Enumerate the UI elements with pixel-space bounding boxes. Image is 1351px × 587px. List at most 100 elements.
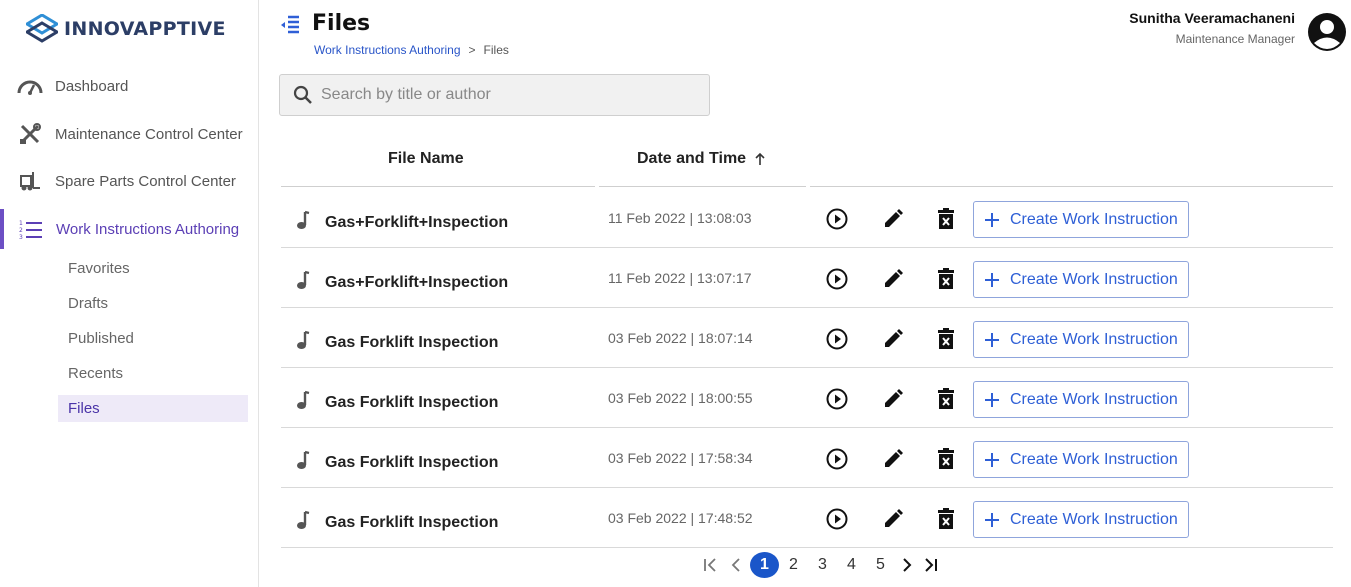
page-number-4[interactable]: 4 [837, 552, 866, 578]
file-name[interactable]: Gas Forklift Inspection [325, 514, 498, 532]
page-number-1[interactable]: 1 [750, 552, 779, 578]
pencil-icon [885, 209, 903, 227]
pencil-icon [885, 269, 903, 287]
play-button[interactable] [825, 267, 849, 291]
pencil-icon [885, 509, 903, 527]
column-header-label: File Name [388, 150, 464, 167]
svg-text:3: 3 [19, 234, 23, 239]
plus-icon [985, 512, 999, 527]
play-button[interactable] [825, 447, 849, 471]
edit-button[interactable] [881, 267, 905, 291]
delete-button[interactable] [934, 447, 958, 471]
file-date-time: 03 Feb 2022 | 18:07:14 [608, 330, 753, 346]
page-number-5[interactable]: 5 [866, 552, 895, 578]
play-circle-icon [826, 508, 848, 530]
create-work-instruction-button[interactable]: Create Work Instruction [973, 261, 1189, 298]
sidebar: INNOVAPPTIVE Dashboard Maintenance Contr… [0, 0, 259, 587]
page-number-2[interactable]: 2 [779, 552, 808, 578]
edit-button[interactable] [881, 207, 905, 231]
user-name: Sunitha Veeramachaneni [1129, 10, 1295, 26]
create-work-instruction-button[interactable]: Create Work Instruction [973, 501, 1189, 538]
user-role: Maintenance Manager [1175, 32, 1295, 46]
delete-button[interactable] [934, 327, 958, 351]
breadcrumb-link-work-instructions[interactable]: Work Instructions Authoring [314, 43, 461, 57]
search-input[interactable] [321, 86, 691, 104]
create-work-instruction-button[interactable]: Create Work Instruction [973, 441, 1189, 478]
last-page-button[interactable] [921, 555, 941, 575]
trash-icon [938, 508, 954, 529]
collapse-sidebar-button[interactable] [277, 13, 301, 37]
brand-logo[interactable]: INNOVAPPTIVE [26, 14, 226, 44]
trash-icon [938, 208, 954, 229]
play-circle-icon [826, 268, 848, 290]
trash-icon [938, 448, 954, 469]
brand-name: INNOVAPPTIVE [64, 18, 226, 40]
forklift-icon [17, 169, 43, 193]
delete-button[interactable] [934, 267, 958, 291]
music-note-icon [297, 390, 310, 409]
file-name[interactable]: Gas Forklift Inspection [325, 334, 498, 352]
create-work-instruction-button[interactable]: Create Work Instruction [973, 321, 1189, 358]
edit-button[interactable] [881, 387, 905, 411]
next-page-button[interactable] [897, 555, 917, 575]
trash-icon [938, 268, 954, 289]
music-note-icon [297, 210, 310, 229]
edit-button[interactable] [881, 507, 905, 531]
page-number-3[interactable]: 3 [808, 552, 837, 578]
first-page-icon [704, 558, 716, 572]
page-title: Files [312, 11, 371, 36]
sidebar-subitem-drafts[interactable]: Drafts [58, 290, 248, 317]
sidebar-item-maintenance-control-center[interactable]: Maintenance Control Center [0, 114, 258, 154]
sidebar-subitem-favorites[interactable]: Favorites [58, 255, 248, 282]
last-page-icon [925, 558, 937, 572]
file-date-time: 03 Feb 2022 | 18:00:55 [608, 390, 753, 406]
file-date-time: 11 Feb 2022 | 13:08:03 [608, 210, 752, 226]
plus-icon [985, 212, 999, 227]
play-button[interactable] [825, 507, 849, 531]
file-name[interactable]: Gas+Forklift+Inspection [325, 274, 508, 292]
create-work-instruction-button[interactable]: Create Work Instruction [973, 381, 1189, 418]
file-name[interactable]: Gas+Forklift+Inspection [325, 214, 508, 232]
sidebar-item-work-instructions-authoring[interactable]: 123 Work Instructions Authoring [0, 209, 258, 249]
innovapptive-logo-icon [26, 14, 58, 43]
create-work-instruction-label: Create Work Instruction [1010, 390, 1178, 408]
column-header-file-name[interactable]: File Name [388, 150, 464, 168]
sidebar-subitem-published[interactable]: Published [58, 325, 248, 352]
sidebar-item-dashboard[interactable]: Dashboard [0, 66, 258, 106]
breadcrumb-current: Files [483, 43, 509, 57]
play-button[interactable] [825, 387, 849, 411]
file-name[interactable]: Gas Forklift Inspection [325, 394, 498, 412]
sidebar-subitem-files[interactable]: Files [58, 395, 248, 422]
delete-button[interactable] [934, 387, 958, 411]
svg-text:2: 2 [19, 227, 23, 234]
svg-text:1: 1 [19, 220, 23, 227]
play-circle-icon [826, 388, 848, 410]
sidebar-item-label: Work Instructions Authoring [56, 220, 240, 238]
table-row: Gas Forklift Inspection 03 Feb 2022 | 18… [281, 308, 1333, 368]
table-row: Gas+Forklift+Inspection 11 Feb 2022 | 13… [281, 248, 1333, 308]
file-name[interactable]: Gas Forklift Inspection [325, 454, 498, 472]
avatar[interactable] [1307, 12, 1347, 52]
create-work-instruction-label: Create Work Instruction [1010, 330, 1178, 348]
play-button[interactable] [825, 327, 849, 351]
previous-page-button[interactable] [726, 555, 746, 575]
edit-button[interactable] [881, 447, 905, 471]
column-header-label: Date and Time [637, 150, 747, 167]
header-divider [810, 186, 1333, 187]
column-header-date-and-time[interactable]: Date and Time [637, 150, 766, 168]
delete-button[interactable] [934, 507, 958, 531]
sidebar-item-spare-parts-control-center[interactable]: Spare Parts Control Center [0, 161, 258, 201]
header-divider [599, 186, 806, 187]
pencil-icon [885, 449, 903, 467]
sidebar-subitem-recents[interactable]: Recents [58, 360, 248, 387]
create-work-instruction-button[interactable]: Create Work Instruction [973, 201, 1189, 238]
search-box[interactable] [279, 74, 710, 116]
first-page-button[interactable] [700, 555, 720, 575]
arrow-up-icon [755, 152, 765, 165]
edit-button[interactable] [881, 327, 905, 351]
file-date-time: 03 Feb 2022 | 17:48:52 [608, 510, 753, 526]
play-button[interactable] [825, 207, 849, 231]
pencil-icon [885, 389, 903, 407]
account-circle-icon [1308, 13, 1346, 51]
delete-button[interactable] [934, 207, 958, 231]
